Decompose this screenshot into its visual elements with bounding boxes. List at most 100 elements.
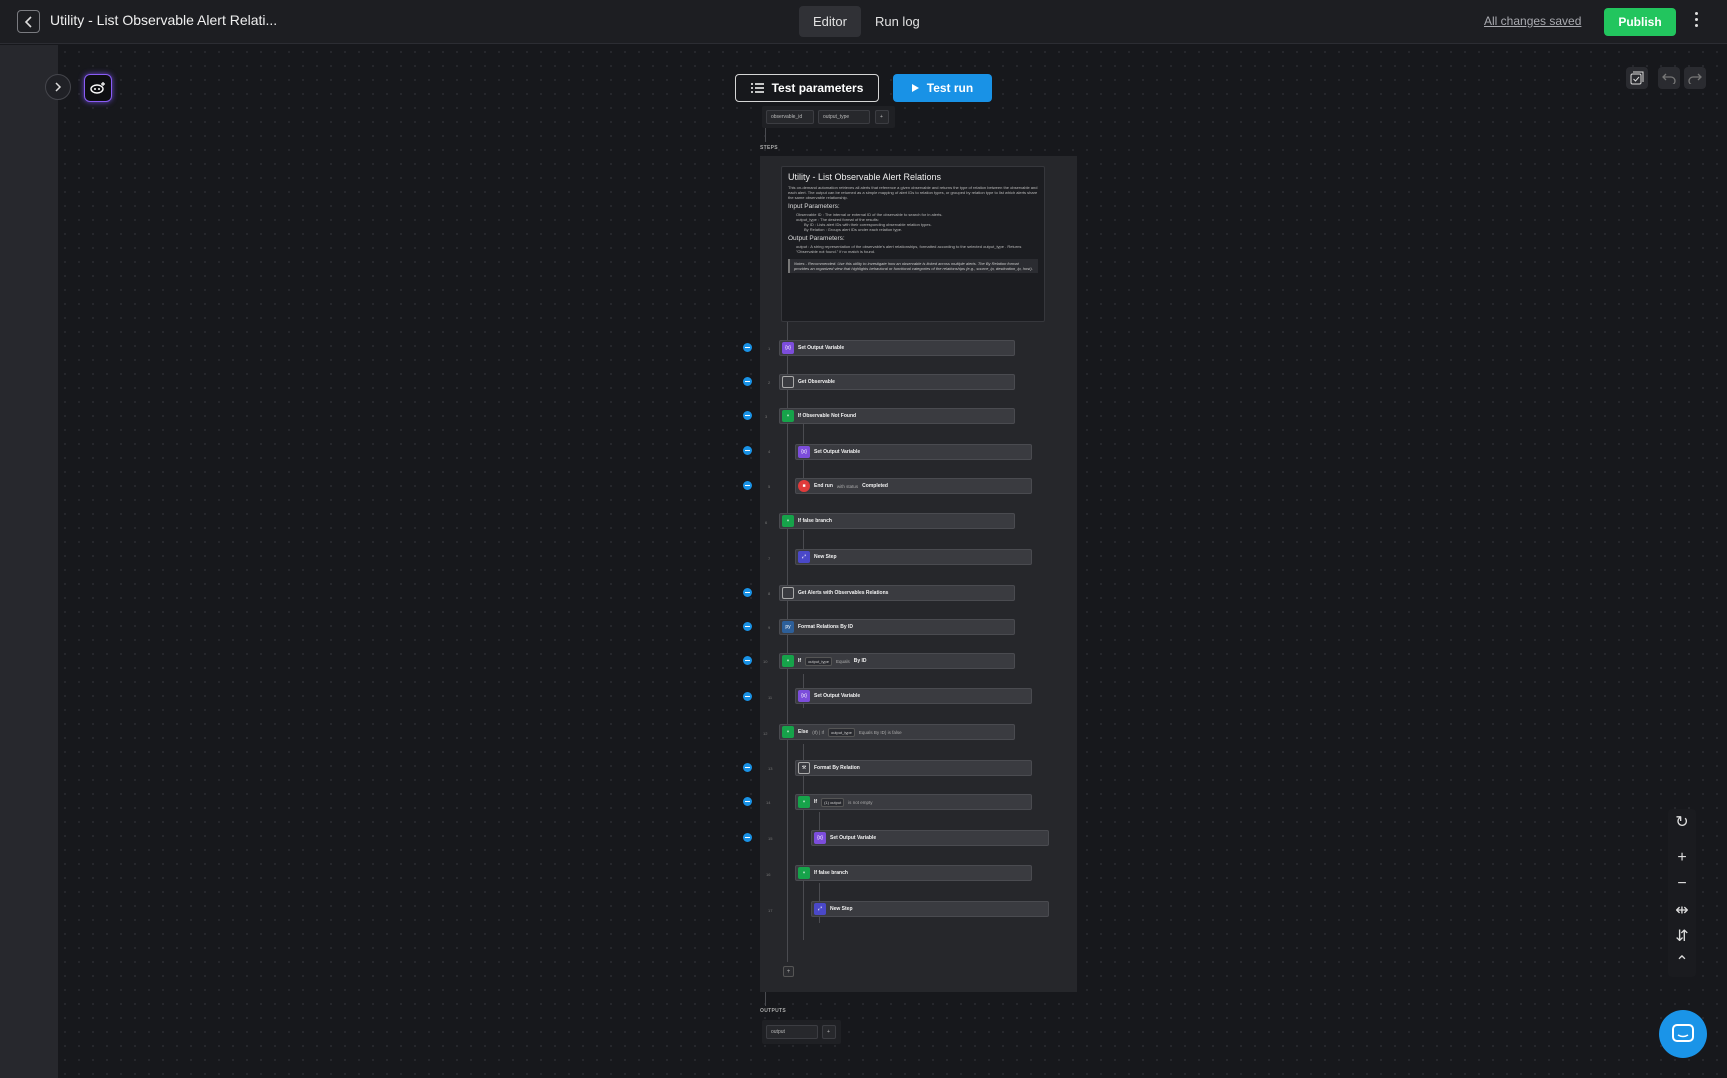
description-summary: This on-demand automation retrieves all … bbox=[788, 185, 1038, 200]
fit-width-icon[interactable]: ⇹ bbox=[1668, 897, 1696, 923]
test-parameters-button[interactable]: Test parameters bbox=[735, 74, 879, 102]
step-dot[interactable] bbox=[743, 481, 752, 490]
chat-support-button[interactable] bbox=[1659, 1010, 1707, 1058]
test-run-label: Test run bbox=[926, 81, 974, 95]
step-card[interactable]: ⑂ If output_type Equals By ID bbox=[779, 653, 1015, 669]
output-chip[interactable]: output bbox=[766, 1025, 818, 1039]
save-status[interactable]: All changes saved bbox=[1484, 14, 1581, 28]
step-label: If bbox=[798, 658, 802, 664]
step-label: Format By Relation bbox=[814, 765, 860, 771]
branch-else-icon: ⑂ bbox=[782, 515, 794, 527]
step-label: Format Relations By ID bbox=[798, 624, 854, 630]
reset-view-icon[interactable]: ↻ bbox=[1668, 809, 1696, 835]
step-dot[interactable] bbox=[743, 763, 752, 772]
document-icon bbox=[782, 376, 794, 388]
left-rail bbox=[0, 45, 58, 1078]
step-extra: Equals By ID) is false bbox=[858, 729, 902, 735]
step-card[interactable]: {x} Set Output Variable bbox=[811, 830, 1049, 846]
step-dot[interactable] bbox=[743, 377, 752, 386]
tab-editor[interactable]: Editor bbox=[799, 6, 861, 37]
step-card[interactable]: ⑂ If false branch bbox=[779, 513, 1015, 529]
description-note[interactable]: Utility - List Observable Alert Relation… bbox=[781, 166, 1045, 322]
step-dot[interactable] bbox=[743, 446, 752, 455]
publish-button[interactable]: Publish bbox=[1604, 8, 1676, 36]
step-dot[interactable] bbox=[743, 588, 752, 597]
zoom-out-icon[interactable]: − bbox=[1668, 871, 1696, 897]
step-card[interactable]: {x} Set Output Variable bbox=[795, 688, 1032, 704]
undo-icon bbox=[1662, 73, 1676, 84]
validate-button[interactable] bbox=[1626, 67, 1648, 89]
step-card[interactable]: Get Alerts with Observables Relations bbox=[779, 585, 1015, 601]
collapse-icon[interactable]: ⌃ bbox=[1668, 949, 1696, 975]
python-icon: py bbox=[782, 621, 794, 633]
step-muted: is not empty bbox=[848, 799, 873, 805]
step-card[interactable]: ⚒ Format By Relation bbox=[795, 760, 1032, 776]
output-heading: Output Parameters: bbox=[788, 235, 845, 242]
zoom-in-icon[interactable]: + bbox=[1668, 845, 1696, 871]
step-card[interactable]: ■ End run with status Completed bbox=[795, 478, 1032, 494]
redo-icon bbox=[1688, 73, 1702, 84]
outputs-section-label: OUTPUTS bbox=[760, 1008, 786, 1014]
undo-button[interactable] bbox=[1658, 67, 1680, 89]
new-step-icon: ⤢ bbox=[798, 551, 810, 563]
step-card[interactable]: ⑂ If (1) output is not empty bbox=[795, 794, 1032, 810]
redo-button[interactable] bbox=[1684, 67, 1706, 89]
branch-else-icon: ⑂ bbox=[798, 867, 810, 879]
tab-run-log[interactable]: Run log bbox=[861, 6, 934, 37]
step-label: Get Observable bbox=[798, 379, 835, 385]
input-parameters: observable_id output_type + bbox=[762, 106, 895, 128]
document-icon bbox=[782, 587, 794, 599]
step-dot[interactable] bbox=[743, 411, 752, 420]
step-card[interactable]: ⑂ Else (If) | If output_type Equals By I… bbox=[779, 724, 1015, 740]
canvas-top-tools bbox=[1626, 67, 1706, 89]
step-dot[interactable] bbox=[743, 656, 752, 665]
description-callout: Notes - Recommended: Use this utility to… bbox=[788, 259, 1038, 273]
wrench-icon: ⚒ bbox=[798, 762, 810, 774]
add-output-button[interactable]: + bbox=[822, 1025, 836, 1039]
step-extra: By ID bbox=[853, 658, 867, 664]
step-card[interactable]: ⤢ New Step bbox=[795, 549, 1032, 565]
fit-height-icon[interactable]: ⇵ bbox=[1668, 923, 1696, 949]
step-extra: Completed bbox=[862, 483, 888, 489]
step-card[interactable]: {x} Set Output Variable bbox=[779, 340, 1015, 356]
page-title: Utility - List Observable Alert Relati..… bbox=[50, 12, 278, 28]
step-dot[interactable] bbox=[743, 797, 752, 806]
output-parameters: output + bbox=[762, 1020, 841, 1044]
new-step-icon: ⤢ bbox=[814, 903, 826, 915]
variable-icon: {x} bbox=[798, 446, 810, 458]
top-bar: Utility - List Observable Alert Relati..… bbox=[0, 0, 1727, 44]
test-run-button[interactable]: Test run bbox=[893, 74, 992, 102]
ai-assistant-button[interactable] bbox=[84, 74, 112, 102]
step-dot[interactable] bbox=[743, 622, 752, 631]
step-card[interactable]: ⑂ If Observable Not Found bbox=[779, 408, 1015, 424]
step-card[interactable]: ⤢ New Step bbox=[811, 901, 1049, 917]
step-label: If bbox=[814, 799, 818, 805]
param-chip[interactable]: observable_id bbox=[766, 110, 814, 124]
branch-icon: ⑂ bbox=[782, 655, 794, 667]
param-chip[interactable]: output_type bbox=[818, 110, 870, 124]
step-card[interactable]: {x} Set Output Variable bbox=[795, 444, 1032, 460]
expand-sidebar-button[interactable] bbox=[45, 74, 71, 100]
step-label: Set Output Variable bbox=[814, 693, 861, 699]
step-dot[interactable] bbox=[743, 833, 752, 842]
step-label: Else bbox=[798, 729, 809, 735]
step-card[interactable]: ⑂ If false branch bbox=[795, 865, 1032, 881]
step-label: If false branch bbox=[798, 518, 832, 524]
back-button[interactable] bbox=[17, 10, 40, 33]
variable-icon: {x} bbox=[782, 342, 794, 354]
step-label: Get Alerts with Observables Relations bbox=[798, 590, 889, 596]
add-step-button[interactable]: + bbox=[783, 966, 794, 977]
step-muted: with status bbox=[836, 483, 859, 489]
step-card[interactable]: py Format Relations By ID bbox=[779, 619, 1015, 635]
step-label: Set Output Variable bbox=[830, 835, 877, 841]
test-parameters-label: Test parameters bbox=[771, 81, 864, 95]
step-card[interactable]: Get Observable bbox=[779, 374, 1015, 390]
branch-icon: ⑂ bbox=[798, 796, 810, 808]
more-menu-icon[interactable] bbox=[1692, 12, 1700, 32]
step-dot[interactable] bbox=[743, 343, 752, 352]
step-label: New Step bbox=[814, 554, 837, 560]
zoom-controls: ↻ + − ⇹ ⇵ ⌃ bbox=[1668, 809, 1696, 977]
output-item: output : A string representation of the … bbox=[796, 244, 1022, 254]
step-dot[interactable] bbox=[743, 692, 752, 701]
add-param-button[interactable]: + bbox=[875, 110, 889, 124]
